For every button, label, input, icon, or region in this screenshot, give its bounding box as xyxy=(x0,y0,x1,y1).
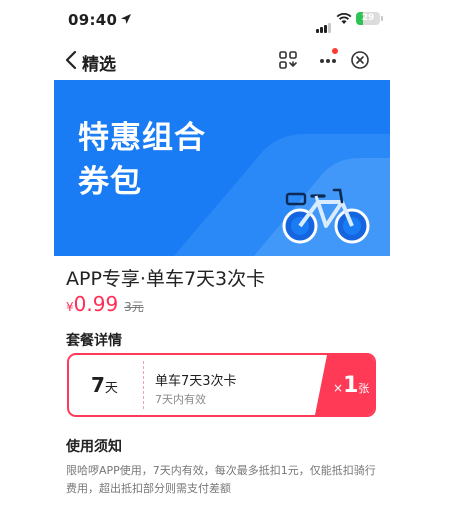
status-time: 09:40 xyxy=(68,11,118,29)
back-chevron-icon[interactable] xyxy=(64,50,78,70)
page: 09:40 29 精选 特惠组合 券包 APP专享·单车7天3次卡 ¥0.99 … xyxy=(54,0,390,527)
wifi-icon xyxy=(336,12,352,24)
promo-banner: 特惠组合 券包 xyxy=(54,80,390,256)
details-heading: 套餐详情 xyxy=(66,333,122,349)
bicycle-icon xyxy=(282,188,370,244)
product-title: APP专享·单车7天3次卡 xyxy=(66,268,266,290)
scan-icon[interactable] xyxy=(276,48,300,72)
notification-dot xyxy=(332,48,338,54)
price: 0.99 xyxy=(73,292,119,316)
page-title: 精选 xyxy=(82,55,116,75)
status-bar: 09:40 29 xyxy=(54,0,390,40)
signal-icon xyxy=(316,14,332,33)
coupon-validity: 7天内有效 xyxy=(155,393,206,406)
banner-title: 特惠组合 券包 xyxy=(78,120,206,200)
price-row: ¥0.99 3元 xyxy=(66,292,144,316)
usage-text: 限哈啰APP使用，7天内有效，每次最多抵扣1元，仅能抵扣骑行费用，超出抵扣部分则… xyxy=(66,464,376,495)
location-arrow-icon xyxy=(121,14,131,24)
coupon-card[interactable]: 7天 单车7天3次卡 7天内有效 ×1张 xyxy=(67,353,376,417)
close-icon[interactable] xyxy=(348,48,372,72)
coupon-duration: 7天 xyxy=(91,373,118,397)
coupon-quantity: ×1张 xyxy=(333,373,370,398)
coupon-name: 单车7天3次卡 xyxy=(155,374,237,389)
original-price: 3元 xyxy=(124,300,144,314)
currency-symbol: ¥ xyxy=(66,300,74,314)
nav-bar: 精选 xyxy=(54,42,390,78)
coupon-divider xyxy=(143,361,144,409)
battery-icon: 29 xyxy=(356,12,383,25)
usage-heading: 使用须知 xyxy=(66,439,122,455)
